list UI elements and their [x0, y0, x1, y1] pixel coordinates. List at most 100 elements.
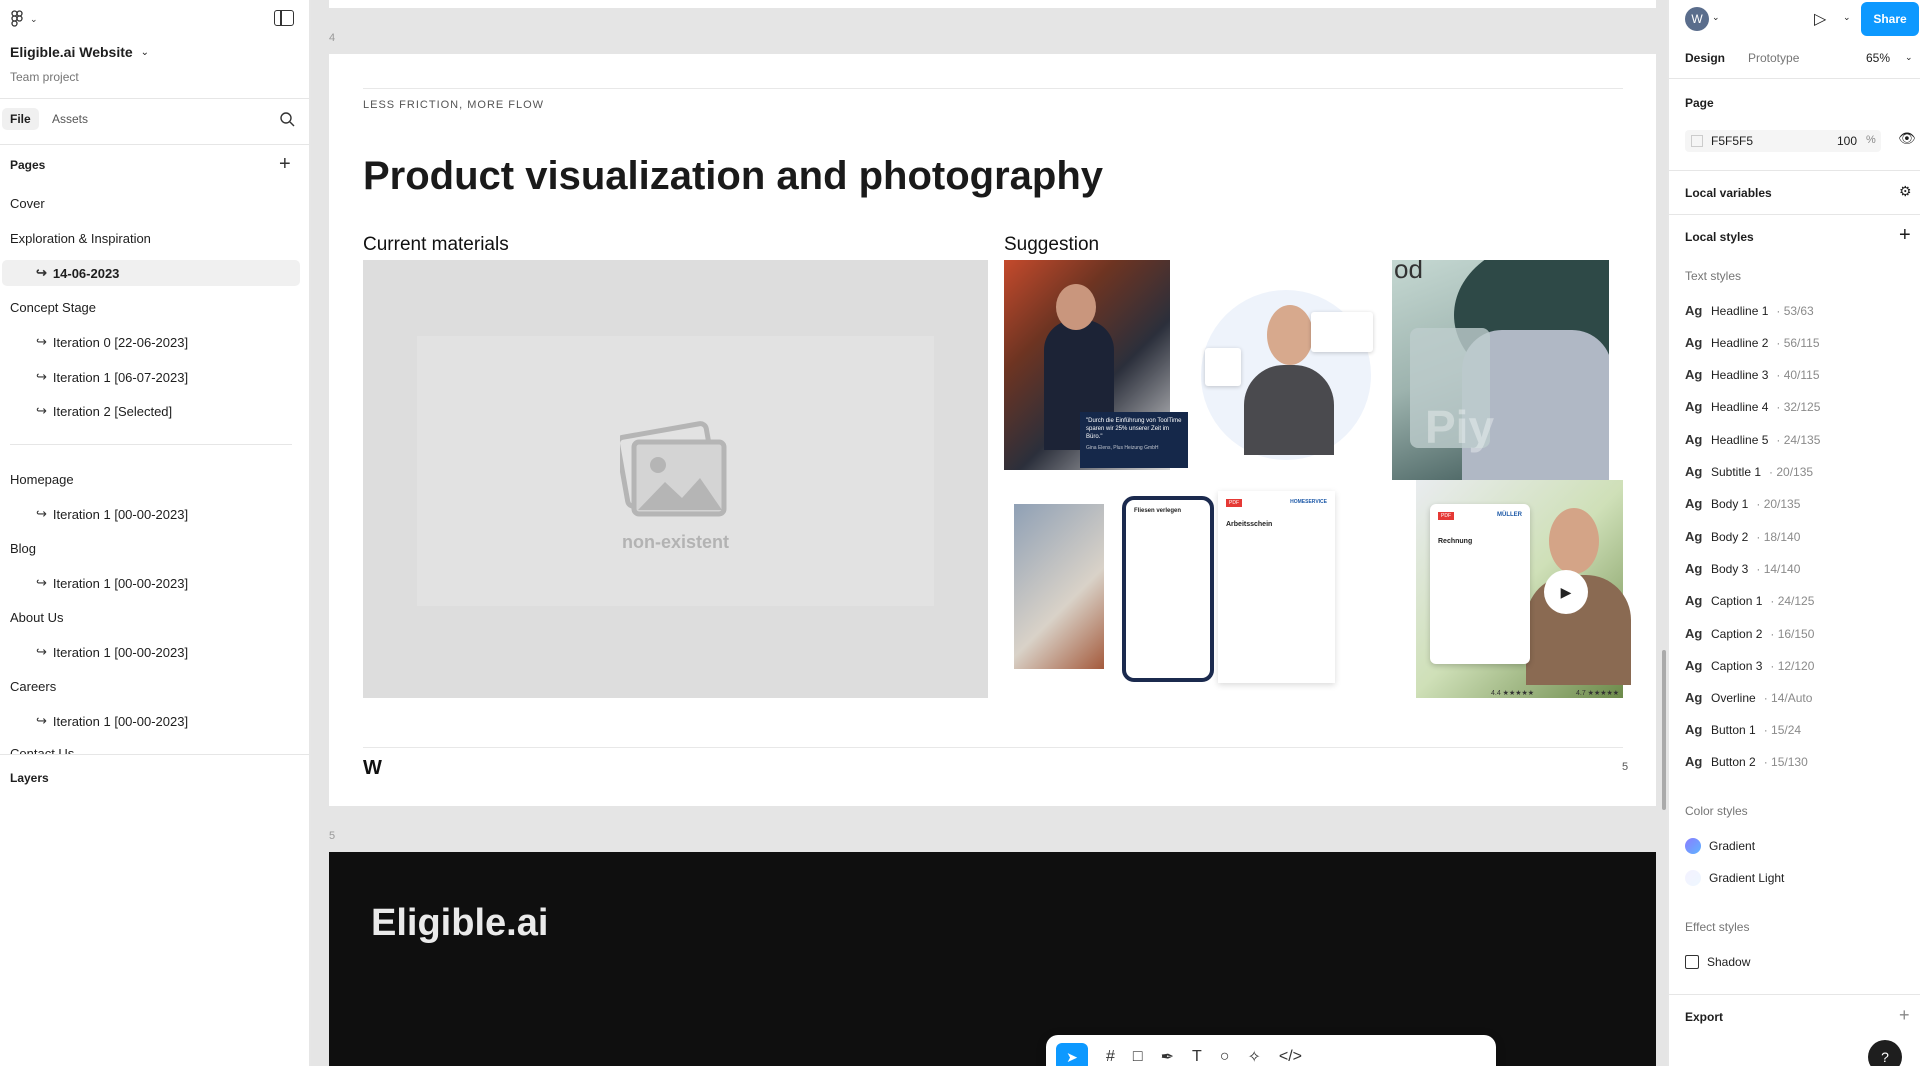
search-icon[interactable] [279, 111, 295, 132]
page-item-careers-iteration[interactable]: ↪ Iteration 1 [00-00-2023] [36, 713, 188, 729]
gradient-light-swatch [1685, 870, 1701, 886]
page-item-concept-stage[interactable]: Concept Stage [10, 300, 96, 315]
page-item-blog[interactable]: Blog [10, 541, 36, 556]
present-icon[interactable]: ▷ [1814, 9, 1826, 29]
text-style-item[interactable]: Ag Headline 3 · 40/115 [1685, 367, 1820, 382]
style-name: Button 2 [1711, 754, 1756, 769]
text-style-item[interactable]: Ag Body 2 · 18/140 [1685, 529, 1800, 544]
text-style-item[interactable]: Ag Body 3 · 14/140 [1685, 561, 1800, 576]
page-item-homepage[interactable]: Homepage [10, 472, 74, 487]
gradient-swatch [1685, 838, 1701, 854]
variables-icon[interactable]: ⚙ [1899, 183, 1912, 200]
quote-text: "Durch die Einführung von ToolTime spare… [1086, 418, 1182, 440]
main-menu-button[interactable]: ⌄ [10, 10, 38, 28]
tab-assets[interactable]: Assets [52, 112, 88, 126]
text-style-item[interactable]: Ag Body 1 · 20/135 [1685, 496, 1800, 511]
divider [0, 754, 309, 755]
effect-style-item[interactable]: Shadow [1685, 955, 1750, 969]
chevron-down-icon[interactable]: ⌄ [1843, 12, 1851, 23]
page-label: Iteration 1 [00-00-2023] [52, 506, 189, 522]
eye-icon[interactable]: 👁 [1898, 130, 1916, 147]
text-style-item[interactable]: Ag Caption 3 · 12/120 [1685, 658, 1814, 673]
page-item-cover[interactable]: Cover [10, 196, 45, 211]
subpage-arrow-icon: ↪ [36, 506, 47, 521]
tab-file[interactable]: File [2, 108, 39, 130]
page-item-14-06-2023[interactable]: ↪ 14-06-2023 [36, 265, 119, 281]
share-button[interactable]: Share [1861, 2, 1919, 36]
color-style-item[interactable]: Gradient Light [1685, 870, 1784, 886]
style-value: · 15/130 [1763, 754, 1808, 769]
color-hex: F5F5F5 [1711, 134, 1754, 148]
page-item-exploration[interactable]: Exploration & Inspiration [10, 231, 151, 246]
page-label: 14-06-2023 [52, 265, 120, 281]
play-button[interactable]: ▶ [1544, 570, 1588, 614]
page-separator [10, 444, 292, 445]
page-item-about-us[interactable]: About Us [10, 610, 63, 625]
text-style-item[interactable]: Ag Headline 2 · 56/115 [1685, 335, 1820, 350]
page-item-iteration-0[interactable]: ↪ Iteration 0 [22-06-2023] [36, 334, 188, 350]
color-style-item[interactable]: Gradient [1685, 838, 1755, 854]
chevron-down-icon[interactable]: ⌄ [1905, 52, 1913, 63]
doc-brand: MÜLLER [1497, 512, 1522, 518]
quote-author: Gina Elens, Plus Heizung GmbH [1086, 445, 1159, 452]
style-value: · 14/140 [1756, 561, 1801, 576]
toggle-sidebar-icon[interactable] [274, 10, 294, 26]
worksheet-card: PDF HOMESERVICE Arbeitsschein [1218, 491, 1335, 683]
style-name: Subtitle 1 [1711, 464, 1762, 479]
divider [1669, 78, 1920, 79]
divider [0, 144, 309, 145]
text-style-item[interactable]: Ag Headline 5 · 24/135 [1685, 432, 1820, 447]
add-export-icon[interactable]: + [1899, 1006, 1910, 1024]
style-name: Caption 2 [1711, 626, 1763, 641]
chevron-down-icon[interactable]: ⌄ [1712, 12, 1720, 23]
slide-frame[interactable]: LESS FRICTION, MORE FLOW Product visuali… [329, 54, 1656, 806]
text-style-item[interactable]: Ag Caption 1 · 24/125 [1685, 593, 1814, 608]
text-style-item[interactable]: Ag Button 2 · 15/130 [1685, 754, 1808, 769]
photo-man-card: Piy od [1392, 260, 1609, 480]
text-style-item[interactable]: Ag Subtitle 1 · 20/135 [1685, 464, 1813, 479]
style-name: Body 1 [1711, 496, 1749, 511]
add-page-icon[interactable]: + [279, 154, 291, 174]
text-style-item[interactable]: Ag Overline · 14/Auto [1685, 690, 1812, 705]
add-style-icon[interactable]: + [1899, 225, 1911, 245]
page-item-contact-us[interactable]: Contact Us [0, 744, 309, 754]
rectangle-tool-icon[interactable]: □ [1133, 1048, 1143, 1066]
style-value: · 20/135 [1769, 464, 1814, 479]
page-item-about-iteration[interactable]: ↪ Iteration 1 [00-00-2023] [36, 644, 188, 660]
tab-design[interactable]: Design [1685, 51, 1725, 65]
text-tool-icon[interactable]: T [1192, 1048, 1202, 1066]
avatar[interactable]: W [1685, 7, 1709, 31]
help-button[interactable]: ? [1868, 1040, 1902, 1066]
vertical-scrollbar[interactable] [1661, 0, 1667, 1066]
text-style-item[interactable]: Ag Button 1 · 15/24 [1685, 722, 1801, 737]
export-section[interactable]: Export [1685, 1010, 1723, 1024]
text-style-item[interactable]: Ag Headline 1 · 53/63 [1685, 303, 1814, 318]
text-style-icon: Ag [1685, 658, 1703, 673]
page-color-field[interactable]: F5F5F5 100 % [1685, 130, 1881, 152]
local-variables[interactable]: Local variables [1685, 186, 1772, 200]
page-item-careers[interactable]: Careers [10, 679, 56, 694]
zoom-level[interactable]: 65% [1866, 51, 1890, 65]
image-placeholder-icon [620, 421, 727, 517]
actions-tool-icon[interactable]: ✧ [1247, 1047, 1260, 1066]
text-style-item[interactable]: Ag Caption 2 · 16/150 [1685, 626, 1814, 641]
frame-tool-icon[interactable]: # [1106, 1048, 1115, 1066]
page-item-blog-iteration[interactable]: ↪ Iteration 1 [00-00-2023] [36, 575, 188, 591]
page-item-homepage-iteration[interactable]: ↪ Iteration 1 [00-00-2023] [36, 506, 188, 522]
tab-prototype[interactable]: Prototype [1748, 51, 1799, 65]
page-label: Iteration 1 [00-00-2023] [52, 713, 189, 729]
move-tool-icon[interactable]: ➤ [1056, 1043, 1088, 1066]
dev-mode-icon[interactable]: </> [1279, 1048, 1302, 1066]
page-item-iteration-1[interactable]: ↪ Iteration 1 [06-07-2023] [36, 369, 188, 385]
text-style-icon: Ag [1685, 335, 1703, 350]
canvas[interactable]: 4 LESS FRICTION, MORE FLOW Product visua… [311, 0, 1667, 1066]
file-name-menu[interactable]: Eligible.ai Website ⌄ [10, 44, 149, 60]
text-style-item[interactable]: Ag Headline 4 · 32/125 [1685, 399, 1820, 414]
comment-tool-icon[interactable]: ○ [1220, 1048, 1230, 1066]
dark-frame[interactable]: Eligible.ai [329, 852, 1656, 1066]
pen-tool-icon[interactable]: ✒ [1161, 1047, 1174, 1066]
chevron-down-icon: ⌄ [30, 13, 38, 24]
page-item-iteration-2[interactable]: ↪ Iteration 2 [Selected] [36, 403, 172, 419]
slide-title: Product visualization and photography [363, 154, 1104, 198]
style-value: · 18/140 [1756, 529, 1801, 544]
